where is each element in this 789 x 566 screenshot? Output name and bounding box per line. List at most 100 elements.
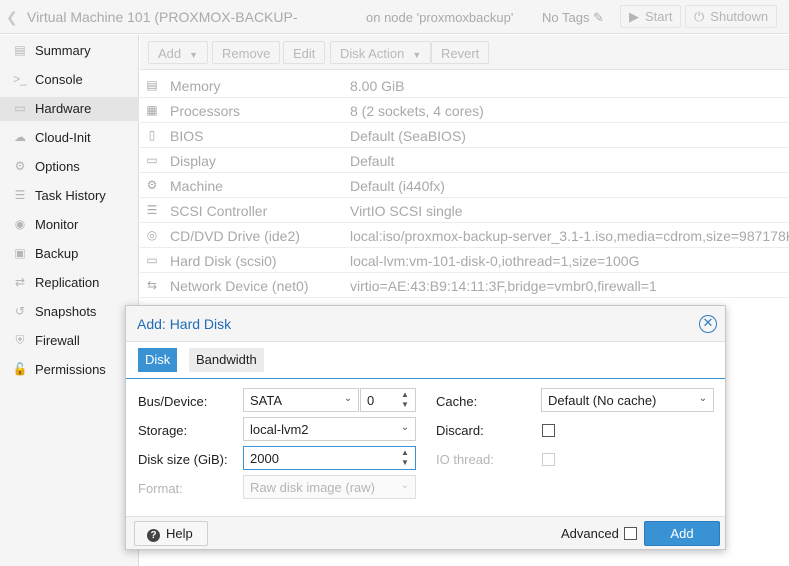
disk-size-label: Disk size (GiB):: [138, 452, 228, 467]
sidebar-item-label: Hardware: [35, 101, 92, 116]
help-button[interactable]: ? Help: [134, 521, 208, 546]
sidebar-item-options[interactable]: ⚙ Options: [0, 155, 139, 179]
tab-bandwidth[interactable]: Bandwidth: [189, 348, 264, 372]
advanced-label: Advanced: [561, 526, 619, 541]
cache-select[interactable]: Default (No cache) ⌄: [541, 388, 714, 412]
sidebar-item-snapshots[interactable]: ↺ Snapshots: [0, 300, 139, 324]
hw-value: 8.00 GiB: [350, 78, 405, 94]
sidebar-item-permissions[interactable]: 🔓 Permissions: [0, 358, 139, 382]
list-icon: ☰: [14, 188, 26, 202]
table-row[interactable]: ⚙ Machine Default (i440fx): [140, 173, 789, 198]
shutdown-button[interactable]: ⏻ Shutdown: [685, 5, 778, 28]
disk-size-value: 2000: [250, 451, 279, 466]
chevron-down-icon[interactable]: ⌄: [693, 389, 713, 411]
dialog-header: Add: Hard Disk ✕: [126, 306, 725, 342]
spinner-icon[interactable]: ▲ ▼: [395, 447, 415, 469]
node-label: on node 'proxmoxbackup': [366, 10, 514, 25]
gear-icon: ⚙: [14, 159, 26, 173]
chevron-down-icon[interactable]: ⌄: [395, 418, 415, 440]
close-icon[interactable]: ✕: [699, 315, 717, 333]
sidebar-item-label: Permissions: [35, 362, 106, 377]
spinner-icon[interactable]: ▲ ▼: [395, 389, 415, 411]
desktop-icon: ▭: [146, 153, 158, 167]
io-thread-label: IO thread:: [436, 452, 494, 467]
revert-label: Revert: [441, 46, 480, 61]
cpu-icon: ▦: [146, 103, 158, 117]
storage-value: local-lvm2: [250, 422, 309, 437]
disk-size-field[interactable]: 2000 ▲ ▼: [243, 446, 416, 470]
revert-button[interactable]: Revert: [431, 41, 490, 64]
sidebar-item-monitor[interactable]: ◉ Monitor: [0, 213, 139, 237]
hdd-icon: ▭: [146, 253, 158, 267]
hw-value: VirtIO SCSI single: [350, 203, 463, 219]
sidebar-item-label: Cloud-Init: [35, 130, 91, 145]
hw-value: local:iso/proxmox-backup-server_3.1-1.is…: [350, 228, 789, 244]
tags-label[interactable]: No Tags ✎: [542, 10, 604, 26]
pencil-icon[interactable]: ✎: [593, 10, 604, 25]
table-row[interactable]: ⇆ Network Device (net0) virtio=AE:43:B9:14…: [140, 273, 789, 298]
table-row[interactable]: ▦ Processors 8 (2 sockets, 4 cores): [140, 98, 789, 123]
sidebar-item-label: Backup: [35, 246, 79, 261]
sidebar-item-label: Snapshots: [35, 304, 97, 319]
add-hard-disk-dialog: Add: Hard Disk ✕ Disk Bandwidth Bus/Devi…: [125, 305, 726, 550]
sidebar-item-hardware[interactable]: ▭ Hardware: [0, 97, 139, 121]
advanced-checkbox[interactable]: [624, 527, 637, 540]
proxmox-vm-view: { "titlebar": { "vm_title": "Virtual Mac…: [0, 0, 789, 566]
hw-key: BIOS: [170, 128, 204, 144]
sidebar-item-label: Console: [35, 72, 83, 87]
help-label: Help: [166, 526, 193, 541]
bus-select[interactable]: SATA ⌄: [243, 388, 359, 412]
add-label: Add: [158, 46, 182, 61]
storage-label: Storage:: [138, 423, 188, 438]
bus-device-label: Bus/Device:: [138, 394, 208, 409]
chevron-left-icon[interactable]: ❮: [6, 9, 18, 26]
hw-key: Memory: [170, 78, 221, 94]
sidebar-item-replication[interactable]: ⇄ Replication: [0, 271, 139, 295]
cogs-icon: ⚙: [146, 178, 158, 192]
vm-titlebar: ❮ Virtual Machine 101 (PROXMOX-BACKUP- o…: [0, 0, 789, 34]
table-row[interactable]: ▭ Display Default: [140, 148, 789, 173]
start-button[interactable]: ▶ Start: [620, 5, 682, 28]
sidebar-item-backup[interactable]: ▣ Backup: [0, 242, 139, 266]
table-row[interactable]: ◎ CD/DVD Drive (ide2) local:iso/proxmox-ba…: [140, 223, 789, 248]
exchange-icon: ⇆: [146, 278, 158, 292]
hw-key: Machine: [170, 178, 223, 194]
sidebar-item-console[interactable]: >_ Console: [0, 68, 139, 92]
table-row[interactable]: ☰ SCSI Controller VirtIO SCSI single: [140, 198, 789, 223]
hw-key: CD/DVD Drive (ide2): [170, 228, 300, 244]
eye-icon: ◉: [14, 217, 26, 231]
power-icon: ⏻: [694, 9, 705, 24]
table-row[interactable]: ▯ BIOS Default (SeaBIOS): [140, 123, 789, 148]
file-icon: ▤: [14, 43, 26, 57]
add-button[interactable]: Add: [644, 521, 720, 546]
disk-action-button[interactable]: Disk Action ▼: [330, 41, 432, 64]
table-row[interactable]: ▤ Memory 8.00 GiB: [140, 73, 789, 98]
sidebar-item-summary[interactable]: ▤ Summary: [0, 39, 139, 63]
database-icon: ☰: [146, 203, 158, 217]
chevron-down-icon[interactable]: ⌄: [338, 389, 358, 411]
discard-checkbox[interactable]: [542, 424, 555, 437]
edit-button[interactable]: Edit: [283, 41, 326, 64]
sidebar-item-task-history[interactable]: ☰ Task History: [0, 184, 139, 208]
sidebar-item-label: Task History: [35, 188, 106, 203]
chevron-down-icon: ▼: [189, 50, 199, 60]
retweet-icon: ⇄: [14, 275, 26, 289]
sidebar-item-cloud-init[interactable]: ☁ Cloud-Init: [0, 126, 139, 150]
tab-divider: [126, 378, 725, 379]
remove-button[interactable]: Remove: [212, 41, 281, 64]
sidebar-item-firewall[interactable]: ⛨ Firewall: [0, 329, 139, 353]
table-row[interactable]: ▭ Hard Disk (scsi0) local-lvm:vm-101-disk-…: [140, 248, 789, 273]
add-menu-button[interactable]: Add ▼: [148, 41, 209, 64]
device-value: 0: [367, 393, 375, 408]
sidebar-item-label: Replication: [35, 275, 100, 290]
device-number-stepper[interactable]: 0 ▲ ▼: [360, 388, 416, 412]
shield-icon: ⛨: [15, 333, 25, 347]
memory-icon: ▤: [146, 78, 158, 92]
vm-sidebar: ▤ Summary >_ Console ▭ Hardware ☁ Cloud-Init…: [0, 35, 139, 566]
question-icon: ?: [147, 529, 160, 542]
hw-value: local-lvm:vm-101-disk-0,iothread=1,size=…: [350, 253, 640, 269]
unlock-icon: 🔓: [12, 362, 28, 376]
hw-key: Processors: [170, 103, 241, 119]
storage-select[interactable]: local-lvm2 ⌄: [243, 417, 416, 441]
tab-disk[interactable]: Disk: [138, 348, 178, 372]
